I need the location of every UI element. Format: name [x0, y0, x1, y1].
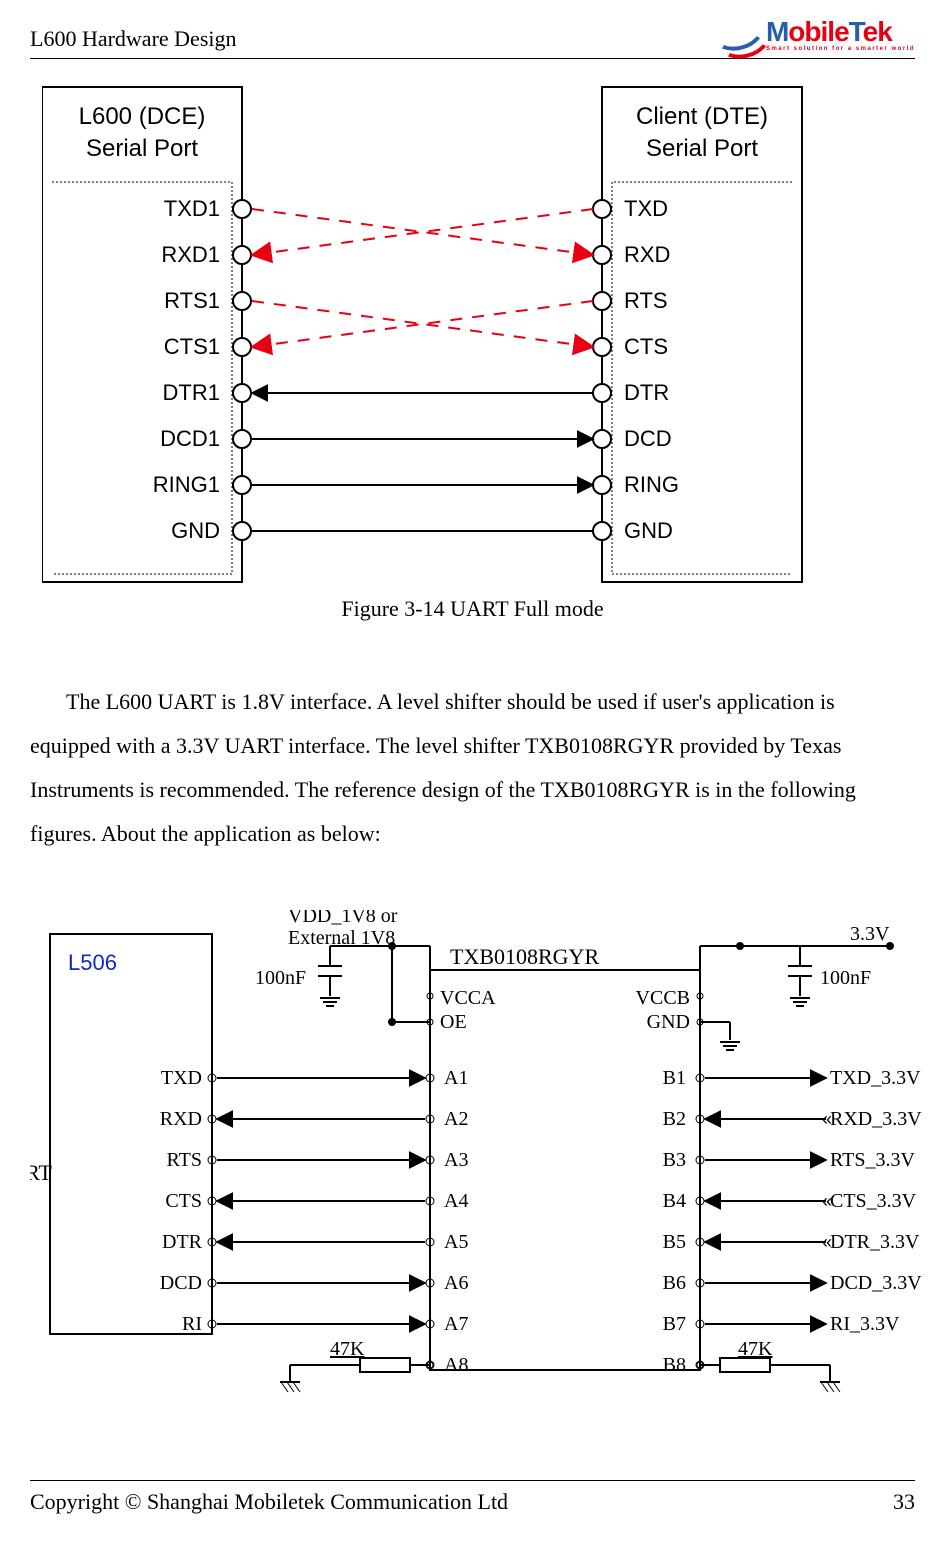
svg-text:47K: 47K [738, 1338, 773, 1360]
svg-text:B6: B6 [663, 1272, 686, 1294]
svg-text:A7: A7 [444, 1313, 468, 1335]
svg-text:RTS: RTS [167, 1149, 202, 1171]
svg-text:DCD: DCD [160, 1272, 202, 1294]
figure-caption: Figure 3-14 UART Full mode [0, 596, 945, 622]
level-shifter-diagram: L506 UART TXB0108RGYR VCCA VCCB OE GND V… [30, 910, 930, 1440]
svg-text:GND: GND [624, 518, 673, 543]
mobiletek-logo: MobileTek Smart solution for a smarter w… [714, 18, 915, 52]
svg-text:TXD_3.3V: TXD_3.3V [830, 1067, 921, 1089]
body-paragraph: The L600 UART is 1.8V interface. A level… [30, 680, 915, 856]
svg-text:B4: B4 [663, 1190, 686, 1212]
copyright: Copyright © Shanghai Mobiletek Communica… [30, 1489, 508, 1515]
svg-text:TXB0108RGYR: TXB0108RGYR [450, 944, 599, 969]
svg-text:RING: RING [624, 472, 679, 497]
logo-swoosh-icon [714, 18, 762, 52]
svg-text:A1: A1 [444, 1067, 468, 1089]
logo-char-m: M [766, 16, 788, 47]
svg-text:CTS_3.3V: CTS_3.3V [830, 1190, 917, 1212]
svg-text:47K: 47K [330, 1338, 365, 1360]
svg-text:VCCB: VCCB [636, 987, 690, 1009]
svg-text:Serial Port: Serial Port [86, 135, 198, 162]
page-number: 33 [893, 1489, 915, 1515]
svg-text:A6: A6 [444, 1272, 468, 1294]
svg-text:RXD: RXD [624, 242, 670, 267]
svg-text:DTR_3.3V: DTR_3.3V [830, 1231, 920, 1253]
svg-text:RXD: RXD [160, 1108, 202, 1130]
svg-text:UART: UART [30, 1160, 53, 1185]
svg-text:DTR: DTR [162, 1231, 203, 1253]
svg-text:RING1: RING1 [153, 472, 220, 497]
svg-text:RTS1: RTS1 [164, 288, 220, 313]
svg-text:RI: RI [182, 1313, 202, 1335]
logo-char-obile: obile [788, 16, 848, 47]
svg-text:B1: B1 [663, 1067, 686, 1089]
uart-full-mode-diagram: L600 (DCE) Serial Port Client (DTE) Seri… [42, 82, 804, 587]
svg-text:DTR1: DTR1 [163, 380, 220, 405]
svg-text:100nF: 100nF [255, 967, 306, 989]
svg-text:B3: B3 [663, 1149, 686, 1171]
svg-text:L506: L506 [68, 950, 117, 975]
page: L600 Hardware Design MobileTek Smart sol… [0, 0, 945, 1541]
svg-text:Client (DTE): Client (DTE) [636, 103, 768, 130]
svg-text:A8: A8 [444, 1354, 468, 1376]
svg-text:RI_3.3V: RI_3.3V [830, 1313, 900, 1335]
svg-text:GND: GND [171, 518, 220, 543]
svg-text:RTS_3.3V: RTS_3.3V [830, 1149, 915, 1171]
svg-text:RXD_3.3V: RXD_3.3V [830, 1108, 922, 1130]
svg-text:TXD1: TXD1 [164, 196, 220, 221]
page-header: L600 Hardware Design MobileTek Smart sol… [30, 18, 915, 59]
svg-text:B5: B5 [663, 1231, 686, 1253]
logo-char-t: T [849, 16, 863, 47]
svg-text:B8: B8 [663, 1354, 686, 1376]
svg-text:100nF: 100nF [820, 967, 871, 989]
svg-text:DCD: DCD [624, 426, 672, 451]
svg-text:Serial Port: Serial Port [646, 135, 758, 162]
svg-text:3.3V: 3.3V [850, 923, 890, 945]
svg-text:OE: OE [440, 1011, 467, 1033]
svg-text:GND: GND [647, 1011, 690, 1033]
svg-text:A4: A4 [444, 1190, 468, 1212]
svg-text:TXD: TXD [161, 1067, 202, 1089]
svg-text:VDD_1V8 or: VDD_1V8 or [288, 910, 398, 927]
svg-text:DCD_3.3V: DCD_3.3V [830, 1272, 922, 1294]
svg-text:TXD: TXD [624, 196, 668, 221]
svg-text:B2: B2 [663, 1108, 686, 1130]
svg-text:A2: A2 [444, 1108, 468, 1130]
svg-text:A3: A3 [444, 1149, 468, 1171]
svg-text:DCD1: DCD1 [160, 426, 220, 451]
svg-text:RXD1: RXD1 [161, 242, 220, 267]
svg-text:CTS: CTS [165, 1190, 202, 1212]
svg-text:DTR: DTR [624, 380, 669, 405]
logo-tagline: Smart solution for a smarter world [766, 46, 915, 52]
svg-text:CTS: CTS [624, 334, 668, 359]
svg-text:A5: A5 [444, 1231, 468, 1253]
svg-text:L600 (DCE): L600 (DCE) [79, 103, 206, 130]
svg-text:VCCA: VCCA [440, 987, 496, 1009]
doc-title: L600 Hardware Design [30, 26, 237, 52]
page-footer: Copyright © Shanghai Mobiletek Communica… [30, 1480, 915, 1515]
svg-text:RTS: RTS [624, 288, 668, 313]
svg-text:B7: B7 [663, 1313, 686, 1335]
svg-text:CTS1: CTS1 [164, 334, 220, 359]
logo-char-ek: ek [863, 16, 892, 47]
